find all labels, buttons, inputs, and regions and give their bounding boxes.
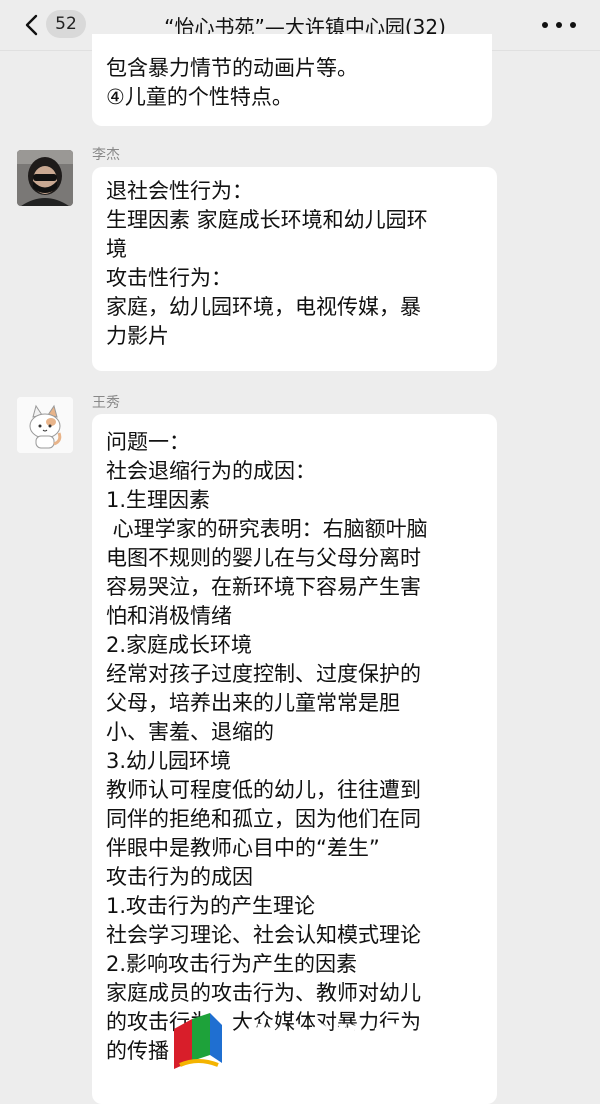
message-line: 伴眼中是教师心目中的“差生” <box>106 836 380 860</box>
message-line: 1.生理因素 <box>106 488 211 512</box>
chevron-left-icon[interactable] <box>20 13 44 37</box>
message-line: 生理因素 家庭成长环境和幼儿园环 <box>106 208 428 232</box>
message-line: 2.影响攻击行为产生的因素 <box>106 952 358 976</box>
message-line: 社会学习理论、社会认知模式理论 <box>106 923 421 947</box>
unread-count-badge[interactable]: 52 <box>46 10 86 38</box>
message-line: 3.幼儿园环境 <box>106 749 232 773</box>
sender-name: 李杰 <box>92 147 120 163</box>
message-line: 教师认可程度低的幼儿，往往遭到 <box>106 778 421 802</box>
watermark: 彭城教育网 <box>170 1005 470 1075</box>
message-line: 小、害羞、退缩的 <box>106 720 274 744</box>
message-line: 1.攻击行为的产生理论 <box>106 894 316 918</box>
message-line: 心理学家的研究表明：右脑额叶脑 <box>106 517 428 541</box>
message-line: ④儿童的个性特点。 <box>106 85 293 109</box>
message-line: 问题一： <box>106 430 190 454</box>
avatar[interactable] <box>17 397 73 453</box>
message-bubble[interactable]: 包含暴力情节的动画片等。 ④儿童的个性特点。 <box>92 34 492 126</box>
message-line: 2.家庭成长环境 <box>106 633 253 657</box>
message-line: 经常对孩子过度控制、过度保护的 <box>106 662 421 686</box>
message-line: 父母，培养出来的儿童常常是胆 <box>106 691 400 715</box>
avatar[interactable] <box>17 150 73 206</box>
message-bubble[interactable]: 退社会性行为： 生理因素 家庭成长环境和幼儿园环 境 攻击性行为： 家庭，幼儿园… <box>92 167 497 371</box>
message-line: 退社会性行为： <box>106 179 253 203</box>
message-line: 电图不规则的婴儿在与父母分离时 <box>106 546 421 570</box>
message-line: 容易哭泣，在新环境下容易产生害 <box>106 575 421 599</box>
message-line: 境 <box>106 237 127 261</box>
message-line: 攻击性行为： <box>106 266 232 290</box>
message-line: 包含暴力情节的动画片等。 <box>106 56 358 80</box>
message-line: 社会退缩行为的成因： <box>106 459 316 483</box>
person-photo-icon <box>17 150 73 206</box>
message-line: 怕和消极情绪 <box>106 604 232 628</box>
message-line: 家庭，幼儿园环境，电视传媒，暴 <box>106 295 421 319</box>
message-line: 力影片 <box>106 324 169 348</box>
message-line: 攻击行为的成因 <box>106 865 253 889</box>
message-line: 同伴的拒绝和孤立，因为他们在同 <box>106 807 421 831</box>
cat-icon <box>17 397 73 453</box>
message-line: 家庭成员的攻击行为、教师对幼儿 <box>106 981 421 1005</box>
message-bubble[interactable]: 问题一： 社会退缩行为的成因： 1.生理因素 心理学家的研究表明：右脑额叶脑 电… <box>92 414 497 1104</box>
watermark-text: 彭城教育网 <box>247 1022 458 1070</box>
sender-name: 王秀 <box>92 395 120 411</box>
more-dots-icon[interactable] <box>542 22 576 30</box>
